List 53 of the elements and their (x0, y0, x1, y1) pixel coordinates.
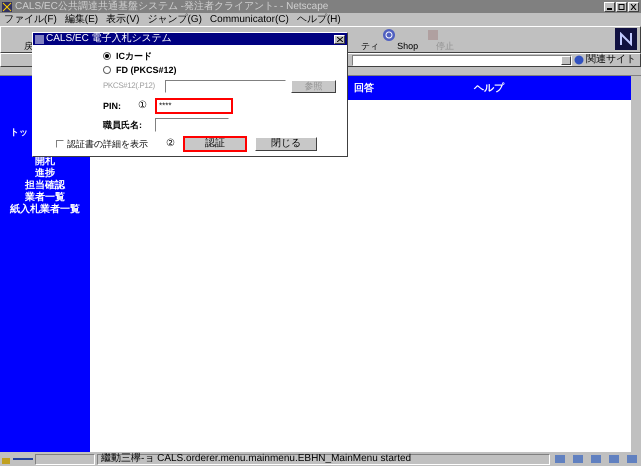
location-field[interactable] (352, 54, 572, 66)
component-icon[interactable] (624, 454, 640, 464)
dropdown-button[interactable] (561, 56, 571, 64)
file-label: PKCS#12(.P12) (103, 82, 156, 90)
window-title: CALS/EC公共調達共通基盤システム -発注者クライアント- - Netscape (15, 2, 328, 12)
close-dialog-button[interactable]: 閉じる (255, 137, 317, 151)
close-button[interactable] (334, 34, 345, 44)
toolbar-button[interactable]: ティ (361, 42, 380, 51)
menu-item[interactable]: ヘルプ(H) (296, 14, 341, 24)
checkbox-label: 認証書の詳細を表示 (67, 140, 148, 148)
pin-field[interactable]: **** (155, 98, 233, 114)
step-marker: ① (138, 101, 148, 111)
step-marker: ② (166, 139, 176, 149)
plug-icon (13, 455, 33, 463)
dialog-title: CALS/EC 電子入札システム (46, 34, 172, 44)
radio-button[interactable] (103, 66, 111, 74)
minimize-button[interactable] (604, 2, 615, 12)
header-link[interactable]: ヘルプ (474, 80, 504, 96)
nav-link[interactable]: 紙入札業者一覧 (10, 204, 80, 216)
menu-item[interactable]: Communicator(C) (210, 14, 289, 24)
maximize-button[interactable] (616, 2, 627, 12)
maximize-icon (618, 4, 625, 10)
pin-label: PIN: (103, 102, 122, 110)
radio-label: ICカード (116, 52, 152, 60)
close-icon (336, 36, 342, 42)
globe-icon (574, 55, 584, 65)
close-icon (630, 4, 637, 10)
menu-item[interactable]: ジャンプ(G) (147, 14, 202, 24)
app-icon (2, 2, 12, 12)
status-text: 繼動三欅-ョ CALS.orderer.menu.mainmenu.EBHN_MainMenu started (100, 454, 412, 464)
toolbar-button[interactable]: Shop (397, 42, 418, 51)
nav-link[interactable]: 業者一覧 (25, 192, 65, 204)
status-panel (35, 454, 95, 464)
menu-item[interactable]: ファイル(F) (4, 14, 57, 24)
header-link[interactable]: 回答 (354, 80, 374, 96)
component-icon[interactable] (588, 454, 604, 464)
radio-label: FD (PKCS#12) (116, 66, 177, 74)
close-button[interactable] (628, 2, 639, 12)
name-label: 職員氏名: (103, 120, 143, 130)
related-sites-button[interactable]: 関連サイト (586, 55, 636, 65)
nav-link[interactable]: トッ (10, 126, 28, 138)
component-icon[interactable] (570, 454, 586, 464)
auth-button[interactable]: 認証 (183, 136, 247, 152)
app-icon (35, 34, 44, 44)
nav-link[interactable]: 進捗 (35, 168, 55, 180)
toolbar-button[interactable]: 戻 (24, 42, 34, 51)
component-icon[interactable] (552, 454, 568, 464)
component-icon[interactable] (606, 454, 622, 464)
nav-link[interactable]: 担当確認 (25, 180, 65, 192)
radio-button[interactable] (103, 52, 111, 60)
logo (615, 28, 637, 50)
menu-item[interactable]: 編集(E) (64, 14, 98, 24)
menu-item[interactable]: 表示(V) (106, 14, 140, 24)
